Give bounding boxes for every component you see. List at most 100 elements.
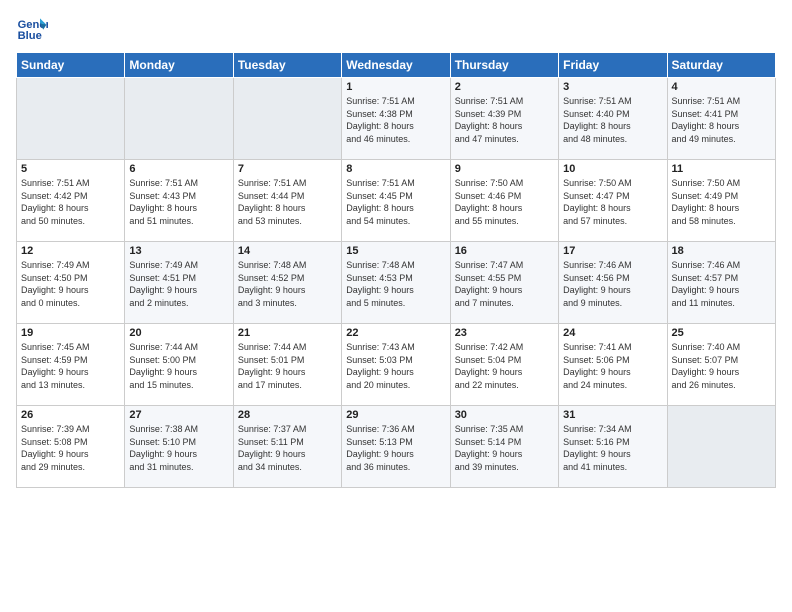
weekday-header-monday: Monday [125, 53, 233, 78]
day-cell: 6 Sunrise: 7:51 AM Sunset: 4:43 PM Daylig… [125, 160, 233, 242]
day-cell: 15Sunrise: 7:48 AM Sunset: 4:53 PM Dayli… [342, 242, 450, 324]
day-number: 24 [563, 327, 662, 339]
weekday-header-friday: Friday [559, 53, 667, 78]
week-row-4: 19 Sunrise: 7:45 AM Sunset: 4:59 PM Dayli… [17, 324, 776, 406]
day-number: 1 [346, 81, 445, 93]
day-cell: 12 Sunrise: 7:49 AM Sunset: 4:50 PM Dayli… [17, 242, 125, 324]
day-cell: 10Sunrise: 7:50 AM Sunset: 4:47 PM Dayli… [559, 160, 667, 242]
day-cell: 5Sunrise: 7:51 AM Sunset: 4:42 PM Daylig… [17, 160, 125, 242]
week-row-1: 1Sunrise: 7:51 AM Sunset: 4:38 PM Daylig… [17, 78, 776, 160]
day-info: Sunrise: 7:49 AM Sunset: 4:51 PM Dayligh… [129, 259, 228, 309]
week-row-2: 5Sunrise: 7:51 AM Sunset: 4:42 PM Daylig… [17, 160, 776, 242]
day-info: Sunrise: 7:41 AM Sunset: 5:06 PM Dayligh… [563, 341, 662, 391]
day-cell [667, 406, 775, 488]
day-info: Sunrise: 7:35 AM Sunset: 5:14 PM Dayligh… [455, 423, 554, 473]
day-number: 28 [238, 409, 337, 421]
day-number: 6 [129, 163, 228, 175]
day-info: Sunrise: 7:51 AM Sunset: 4:40 PM Dayligh… [563, 95, 662, 145]
day-info: Sunrise: 7:43 AM Sunset: 5:03 PM Dayligh… [346, 341, 445, 391]
day-info: Sunrise: 7:51 AM Sunset: 4:43 PM Dayligh… [129, 177, 228, 227]
day-cell: 4Sunrise: 7:51 AM Sunset: 4:41 PM Daylig… [667, 78, 775, 160]
logo-icon: General Blue [16, 12, 48, 44]
day-cell: 3 Sunrise: 7:51 AM Sunset: 4:40 PM Daylig… [559, 78, 667, 160]
day-number: 23 [455, 327, 554, 339]
day-number: 17 [563, 245, 662, 257]
day-info: Sunrise: 7:40 AM Sunset: 5:07 PM Dayligh… [672, 341, 771, 391]
day-number: 7 [238, 163, 337, 175]
day-cell: 21 Sunrise: 7:44 AM Sunset: 5:01 PM Dayli… [233, 324, 341, 406]
day-number: 8 [346, 163, 445, 175]
day-info: Sunrise: 7:44 AM Sunset: 5:00 PM Dayligh… [129, 341, 228, 391]
day-cell: 20 Sunrise: 7:44 AM Sunset: 5:00 PM Dayli… [125, 324, 233, 406]
day-number: 20 [129, 327, 228, 339]
day-number: 22 [346, 327, 445, 339]
day-number: 11 [672, 163, 771, 175]
day-number: 13 [129, 245, 228, 257]
day-info: Sunrise: 7:51 AM Sunset: 4:44 PM Dayligh… [238, 177, 337, 227]
day-info: Sunrise: 7:49 AM Sunset: 4:50 PM Dayligh… [21, 259, 120, 309]
weekday-header-wednesday: Wednesday [342, 53, 450, 78]
day-number: 30 [455, 409, 554, 421]
day-cell: 31 Sunrise: 7:34 AM Sunset: 5:16 PM Dayli… [559, 406, 667, 488]
day-number: 29 [346, 409, 445, 421]
day-cell: 27 Sunrise: 7:38 AM Sunset: 5:10 PM Dayli… [125, 406, 233, 488]
day-info: Sunrise: 7:50 AM Sunset: 4:49 PM Dayligh… [672, 177, 771, 227]
day-info: Sunrise: 7:50 AM Sunset: 4:46 PM Dayligh… [455, 177, 554, 227]
day-info: Sunrise: 7:45 AM Sunset: 4:59 PM Dayligh… [21, 341, 120, 391]
day-cell: 16 Sunrise: 7:47 AM Sunset: 4:55 PM Dayli… [450, 242, 558, 324]
day-cell: 8Sunrise: 7:51 AM Sunset: 4:45 PM Daylig… [342, 160, 450, 242]
day-info: Sunrise: 7:37 AM Sunset: 5:11 PM Dayligh… [238, 423, 337, 473]
weekday-header-row: SundayMondayTuesdayWednesdayThursdayFrid… [17, 53, 776, 78]
day-info: Sunrise: 7:38 AM Sunset: 5:10 PM Dayligh… [129, 423, 228, 473]
day-info: Sunrise: 7:47 AM Sunset: 4:55 PM Dayligh… [455, 259, 554, 309]
day-info: Sunrise: 7:46 AM Sunset: 4:56 PM Dayligh… [563, 259, 662, 309]
day-cell: 29 Sunrise: 7:36 AM Sunset: 5:13 PM Dayli… [342, 406, 450, 488]
day-cell: 7 Sunrise: 7:51 AM Sunset: 4:44 PM Daylig… [233, 160, 341, 242]
day-cell: 25 Sunrise: 7:40 AM Sunset: 5:07 PM Dayli… [667, 324, 775, 406]
weekday-header-sunday: Sunday [17, 53, 125, 78]
day-info: Sunrise: 7:48 AM Sunset: 4:53 PM Dayligh… [346, 259, 445, 309]
logo: General Blue [16, 12, 48, 44]
day-cell: 28 Sunrise: 7:37 AM Sunset: 5:11 PM Dayli… [233, 406, 341, 488]
day-cell: 14 Sunrise: 7:48 AM Sunset: 4:52 PM Dayli… [233, 242, 341, 324]
weekday-header-tuesday: Tuesday [233, 53, 341, 78]
day-cell: 30 Sunrise: 7:35 AM Sunset: 5:14 PM Dayli… [450, 406, 558, 488]
day-number: 10 [563, 163, 662, 175]
day-info: Sunrise: 7:36 AM Sunset: 5:13 PM Dayligh… [346, 423, 445, 473]
day-number: 27 [129, 409, 228, 421]
day-number: 19 [21, 327, 120, 339]
day-number: 3 [563, 81, 662, 93]
day-cell: 22 Sunrise: 7:43 AM Sunset: 5:03 PM Dayli… [342, 324, 450, 406]
day-cell: 11 Sunrise: 7:50 AM Sunset: 4:49 PM Dayli… [667, 160, 775, 242]
day-number: 12 [21, 245, 120, 257]
day-info: Sunrise: 7:51 AM Sunset: 4:41 PM Dayligh… [672, 95, 771, 145]
day-cell: 1Sunrise: 7:51 AM Sunset: 4:38 PM Daylig… [342, 78, 450, 160]
calendar-table: SundayMondayTuesdayWednesdayThursdayFrid… [16, 52, 776, 488]
day-number: 2 [455, 81, 554, 93]
day-number: 16 [455, 245, 554, 257]
day-cell: 23Sunrise: 7:42 AM Sunset: 5:04 PM Dayli… [450, 324, 558, 406]
day-cell [17, 78, 125, 160]
day-number: 5 [21, 163, 120, 175]
day-cell [233, 78, 341, 160]
day-cell: 9 Sunrise: 7:50 AM Sunset: 4:46 PM Daylig… [450, 160, 558, 242]
weekday-header-saturday: Saturday [667, 53, 775, 78]
day-number: 21 [238, 327, 337, 339]
day-info: Sunrise: 7:44 AM Sunset: 5:01 PM Dayligh… [238, 341, 337, 391]
day-info: Sunrise: 7:48 AM Sunset: 4:52 PM Dayligh… [238, 259, 337, 309]
day-info: Sunrise: 7:46 AM Sunset: 4:57 PM Dayligh… [672, 259, 771, 309]
day-info: Sunrise: 7:34 AM Sunset: 5:16 PM Dayligh… [563, 423, 662, 473]
header: General Blue [16, 12, 776, 44]
week-row-3: 12 Sunrise: 7:49 AM Sunset: 4:50 PM Dayli… [17, 242, 776, 324]
day-cell: 18 Sunrise: 7:46 AM Sunset: 4:57 PM Dayli… [667, 242, 775, 324]
day-cell: 2Sunrise: 7:51 AM Sunset: 4:39 PM Daylig… [450, 78, 558, 160]
day-number: 14 [238, 245, 337, 257]
day-cell: 17 Sunrise: 7:46 AM Sunset: 4:56 PM Dayli… [559, 242, 667, 324]
day-number: 9 [455, 163, 554, 175]
day-number: 25 [672, 327, 771, 339]
week-row-5: 26Sunrise: 7:39 AM Sunset: 5:08 PM Dayli… [17, 406, 776, 488]
calendar-page: General Blue SundayMondayTuesdayWednesda… [0, 0, 792, 496]
day-number: 18 [672, 245, 771, 257]
day-number: 31 [563, 409, 662, 421]
weekday-header-thursday: Thursday [450, 53, 558, 78]
